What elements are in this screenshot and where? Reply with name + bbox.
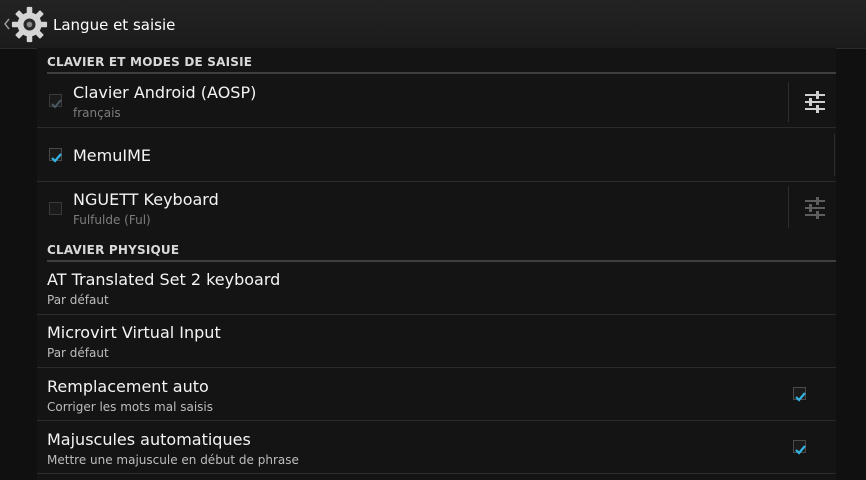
physical-keyboard-item[interactable]: AT Translated Set 2 keyboard Par défaut [37, 262, 836, 315]
keyboard-title: Microvirt Virtual Input [47, 323, 221, 342]
page-title: Langue et saisie [53, 16, 176, 34]
checkmark-icon [51, 153, 62, 163]
action-bar: Langue et saisie [0, 0, 866, 49]
settings-list: CLAVIER ET MODES DE SAISIE Clavier Andro… [37, 48, 836, 480]
pref-title: Majuscules automatiques [47, 430, 251, 449]
ime-checkbox[interactable] [49, 148, 62, 163]
auto-caps-checkbox[interactable] [793, 440, 806, 455]
ime-item-aosp[interactable]: Clavier Android (AOSP) français [37, 74, 836, 128]
pref-summary: Corriger les mots mal saisis [47, 400, 214, 414]
checkmark-icon [795, 445, 806, 455]
keyboard-layout: Par défaut [47, 293, 109, 307]
section-header-input-methods: CLAVIER ET MODES DE SAISIE [47, 48, 836, 74]
pref-auto-replace[interactable]: Remplacement auto Corriger les mots mal … [37, 368, 836, 421]
pref-auto-caps[interactable]: Majuscules automatiques Mettre une majus… [37, 421, 836, 474]
ime-subtitle: Fulfulde (Ful) [73, 213, 151, 227]
pref-title: Remplacement auto [47, 377, 209, 396]
checkmark-icon [795, 392, 806, 402]
chevron-left-icon[interactable] [3, 16, 11, 32]
ime-title: Clavier Android (AOSP) [73, 83, 257, 102]
tune-icon[interactable] [803, 90, 827, 114]
ime-title: MemuIME [73, 146, 152, 165]
divider [788, 186, 789, 228]
keyboard-layout: Par défaut [47, 346, 109, 360]
ime-checkbox[interactable] [49, 94, 62, 109]
ime-item-nguett[interactable]: NGUETT Keyboard Fulfulde (Ful) [37, 182, 836, 236]
auto-replace-checkbox[interactable] [793, 387, 806, 402]
gear-icon[interactable] [11, 6, 48, 43]
pref-summary: Mettre une majuscule en début de phrase [47, 453, 299, 467]
divider [834, 134, 835, 176]
section-header-physical-keyboard: CLAVIER PHYSIQUE [47, 236, 836, 262]
keyboard-title: AT Translated Set 2 keyboard [47, 270, 281, 289]
ime-checkbox[interactable] [49, 202, 62, 215]
tune-icon[interactable] [803, 196, 827, 220]
ime-item-memuime[interactable]: MemuIME [37, 128, 836, 182]
checkmark-icon [51, 99, 62, 109]
divider [788, 82, 789, 122]
ime-title: NGUETT Keyboard [73, 190, 219, 209]
physical-keyboard-item[interactable]: Microvirt Virtual Input Par défaut [37, 315, 836, 368]
ime-subtitle: français [73, 106, 121, 120]
